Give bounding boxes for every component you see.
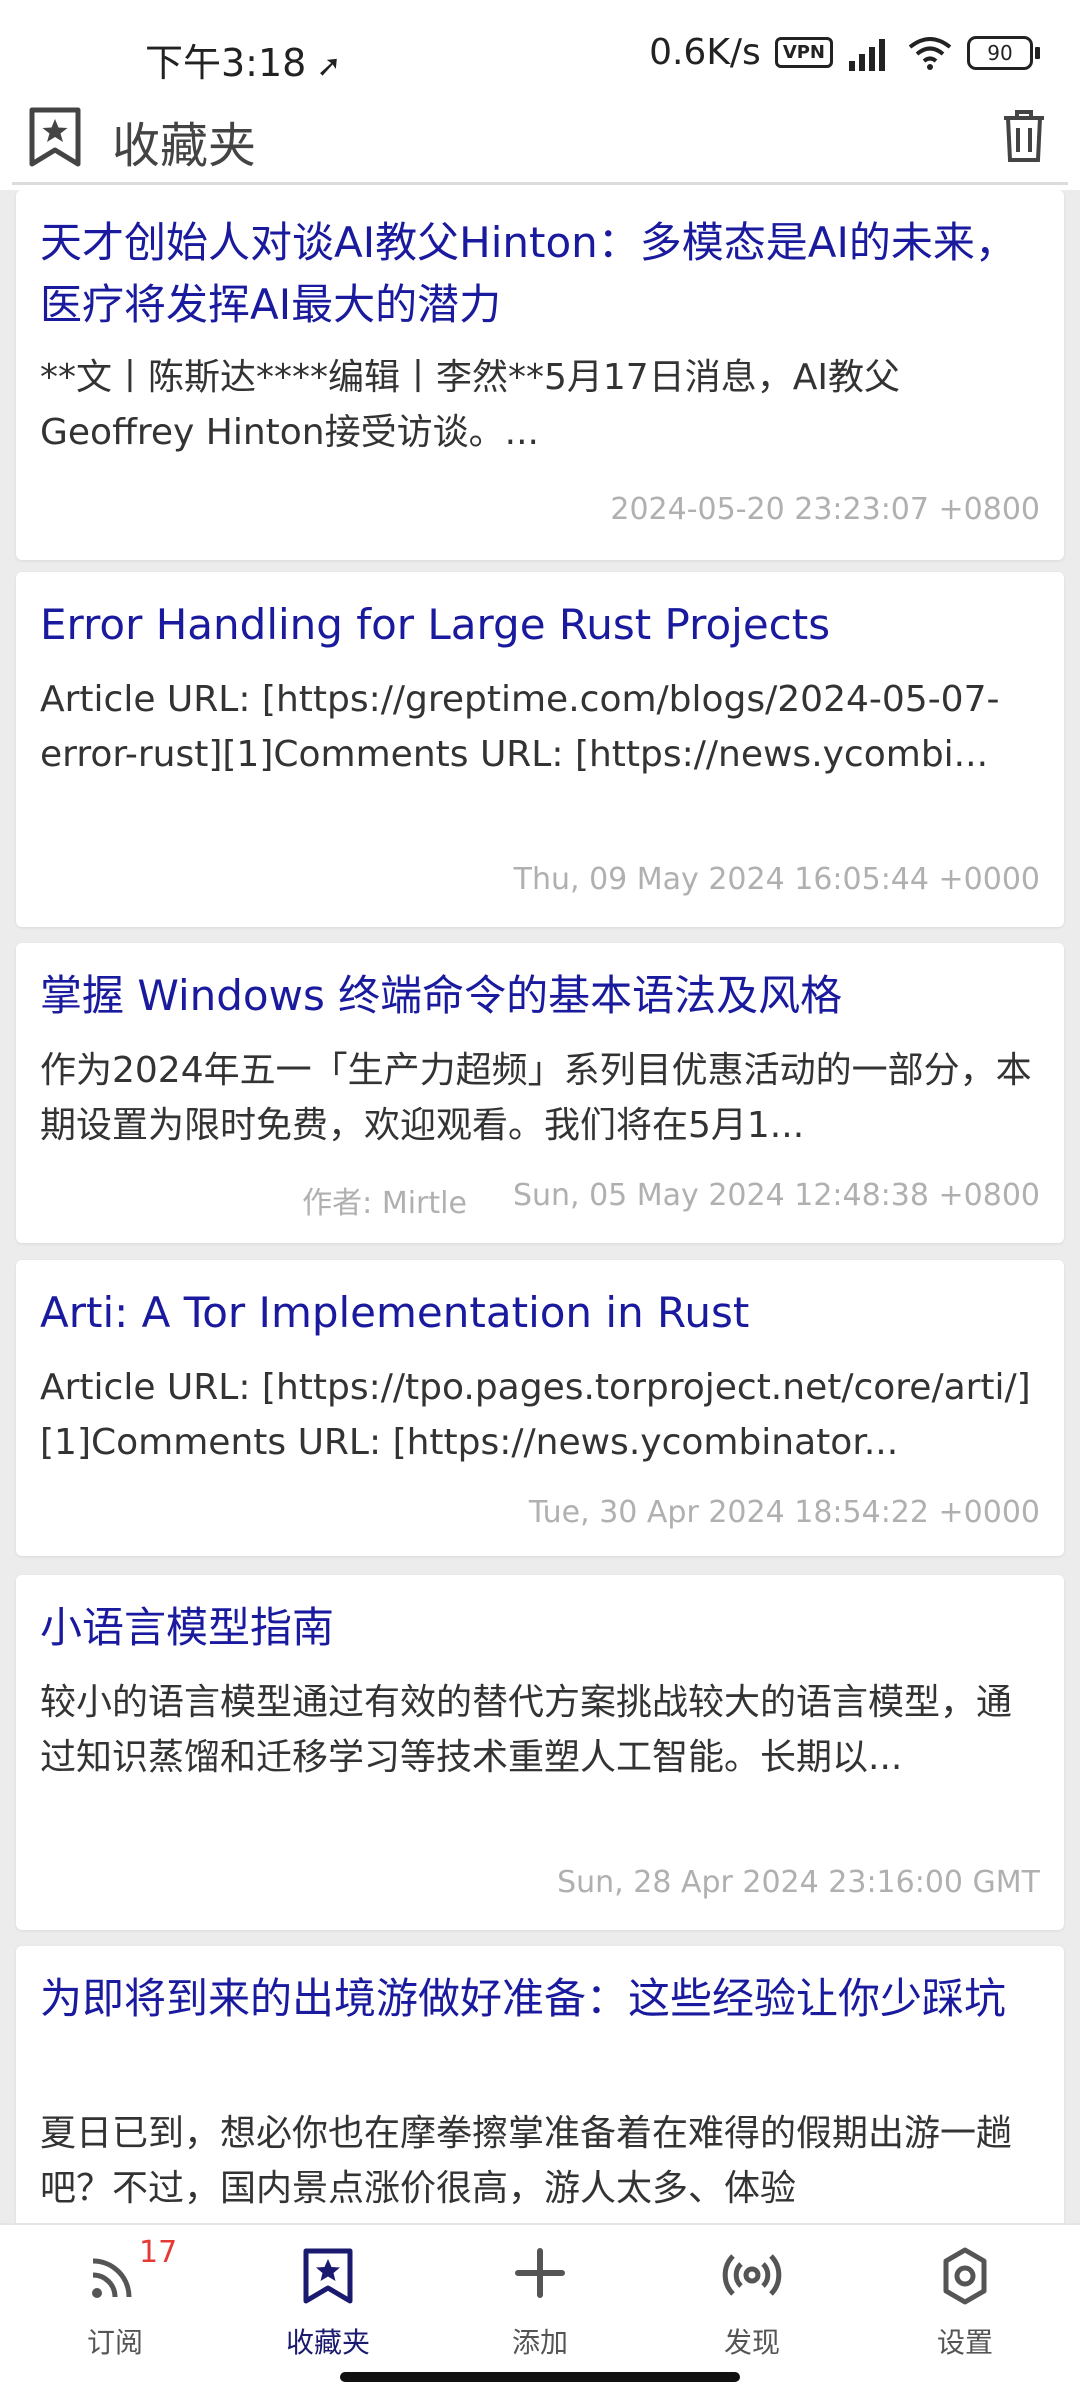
article-date: Sun, 28 Apr 2024 23:16:00 GMT bbox=[557, 1865, 1040, 1900]
article-title[interactable]: 天才创始人对谈AI教父Hinton：多模态是AI的未来，医疗将发挥AI最大的潜力 bbox=[40, 212, 1040, 336]
article-card[interactable]: 天才创始人对谈AI教父Hinton：多模态是AI的未来，医疗将发挥AI最大的潜力… bbox=[16, 190, 1064, 560]
rss-icon bbox=[87, 2247, 143, 2307]
nav-label: 添加 bbox=[511, 2326, 568, 2359]
article-meta: Sun, 28 Apr 2024 23:16:00 GMT bbox=[557, 1865, 1040, 1900]
article-card[interactable]: Arti: A Tor Implementation in Rust Artic… bbox=[16, 1260, 1064, 1556]
nav-label: 收藏夹 bbox=[285, 2326, 370, 2359]
header-divider bbox=[12, 182, 1068, 185]
broadcast-icon bbox=[722, 2247, 782, 2307]
page-title: 收藏夹 bbox=[112, 118, 257, 174]
nav-label: 设置 bbox=[936, 2326, 993, 2359]
wifi-icon bbox=[908, 36, 952, 70]
nav-add[interactable]: 添加 bbox=[460, 2225, 620, 2365]
article-author: 作者: Mirtle bbox=[302, 1186, 467, 1221]
article-summary: Article URL: [https://tpo.pages.torproje… bbox=[40, 1367, 1031, 1463]
gear-icon bbox=[936, 2247, 994, 2309]
unread-badge: 17 bbox=[139, 2235, 178, 2270]
article-card[interactable]: 掌握 Windows 终端命令的基本语法及风格 作为2024年五一「生产力超频」… bbox=[16, 943, 1064, 1243]
status-bar: 下午3:18 ➚ 0.6K/s VPN 90 bbox=[0, 0, 1080, 110]
signal-icon bbox=[849, 38, 885, 71]
battery-icon: 90 bbox=[967, 35, 1040, 70]
trash-icon bbox=[1004, 110, 1044, 162]
article-summary: 夏日已到，想必你也在摩拳擦掌准备着在难得的假期出游一趟吧？不过，国内景点涨价很高… bbox=[40, 2113, 1013, 2209]
article-title[interactable]: Arti: A Tor Implementation in Rust bbox=[40, 1282, 1040, 1344]
nav-subscriptions[interactable]: 17 订阅 bbox=[35, 2225, 195, 2365]
vpn-icon: VPN bbox=[774, 37, 833, 68]
article-title[interactable]: 小语言模型指南 bbox=[40, 1597, 1040, 1659]
article-list[interactable]: 天才创始人对谈AI教父Hinton：多模态是AI的未来，医疗将发挥AI最大的潜力… bbox=[0, 190, 1080, 2223]
battery-level: 90 bbox=[967, 35, 1033, 70]
bookmark-star-icon bbox=[302, 2247, 354, 2309]
article-meta: Thu, 09 May 2024 16:05:44 +0000 bbox=[514, 862, 1040, 897]
bookmark-icon bbox=[28, 106, 82, 172]
article-meta: 作者: Mirtle Sun, 05 May 2024 12:48:38 +08… bbox=[302, 1178, 1040, 1222]
article-title[interactable]: Error Handling for Large Rust Projects bbox=[40, 594, 1040, 656]
nav-settings[interactable]: 设置 bbox=[885, 2225, 1045, 2365]
article-summary: Article URL: [https://greptime.com/blogs… bbox=[40, 679, 1000, 775]
status-right-group: 0.6K/s VPN 90 bbox=[649, 32, 1040, 73]
article-date: Sun, 05 May 2024 12:48:38 +0800 bbox=[512, 1178, 1040, 1213]
article-card[interactable]: 小语言模型指南 较小的语言模型通过有效的替代方案挑战较大的语言模型，通过知识蒸馏… bbox=[16, 1575, 1064, 1930]
article-meta: Tue, 30 Apr 2024 18:54:22 +0000 bbox=[529, 1495, 1040, 1530]
article-meta: 2024-05-20 23:23:07 +0800 bbox=[610, 492, 1040, 527]
location-arrow-icon: ➚ bbox=[316, 49, 342, 84]
article-date: Tue, 30 Apr 2024 18:54:22 +0000 bbox=[528, 1495, 1040, 1530]
status-time: 下午3:18 ➚ bbox=[145, 32, 341, 87]
nav-discover[interactable]: 发现 bbox=[672, 2225, 832, 2365]
net-speed: 0.6K/s bbox=[649, 32, 761, 73]
article-title[interactable]: 为即将到来的出境游做好准备：这些经验让你少踩坑 bbox=[40, 1968, 1040, 2030]
time-text: 下午3:18 bbox=[145, 41, 307, 85]
delete-all-button[interactable] bbox=[1000, 108, 1048, 168]
article-summary: **文丨陈斯达****编辑丨李然**5月17日消息，AI教父Geoffrey H… bbox=[40, 357, 900, 453]
plus-icon bbox=[514, 2247, 566, 2303]
nav-label: 订阅 bbox=[86, 2326, 143, 2359]
article-date: 2024-05-20 23:23:07 +0800 bbox=[610, 492, 1040, 527]
article-summary: 作为2024年五一「生产力超频」系列目优惠活动的一部分，本期设置为限时免费，欢迎… bbox=[40, 1050, 1032, 1146]
article-title[interactable]: 掌握 Windows 终端命令的基本语法及风格 bbox=[40, 965, 1040, 1027]
nav-favorites[interactable]: 收藏夹 bbox=[248, 2225, 408, 2365]
article-summary: 较小的语言模型通过有效的替代方案挑战较大的语言模型，通过知识蒸馏和迁移学习等技术… bbox=[40, 1682, 1013, 1778]
article-date: Thu, 09 May 2024 16:05:44 +0000 bbox=[513, 862, 1040, 897]
app-bar: 收藏夹 bbox=[0, 100, 1080, 182]
gesture-bar[interactable] bbox=[340, 2372, 740, 2382]
article-card[interactable]: 为即将到来的出境游做好准备：这些经验让你少踩坑 夏日已到，想必你也在摩拳擦掌准备… bbox=[16, 1946, 1064, 2223]
nav-label: 发现 bbox=[723, 2326, 780, 2359]
article-card[interactable]: Error Handling for Large Rust Projects A… bbox=[16, 572, 1064, 927]
